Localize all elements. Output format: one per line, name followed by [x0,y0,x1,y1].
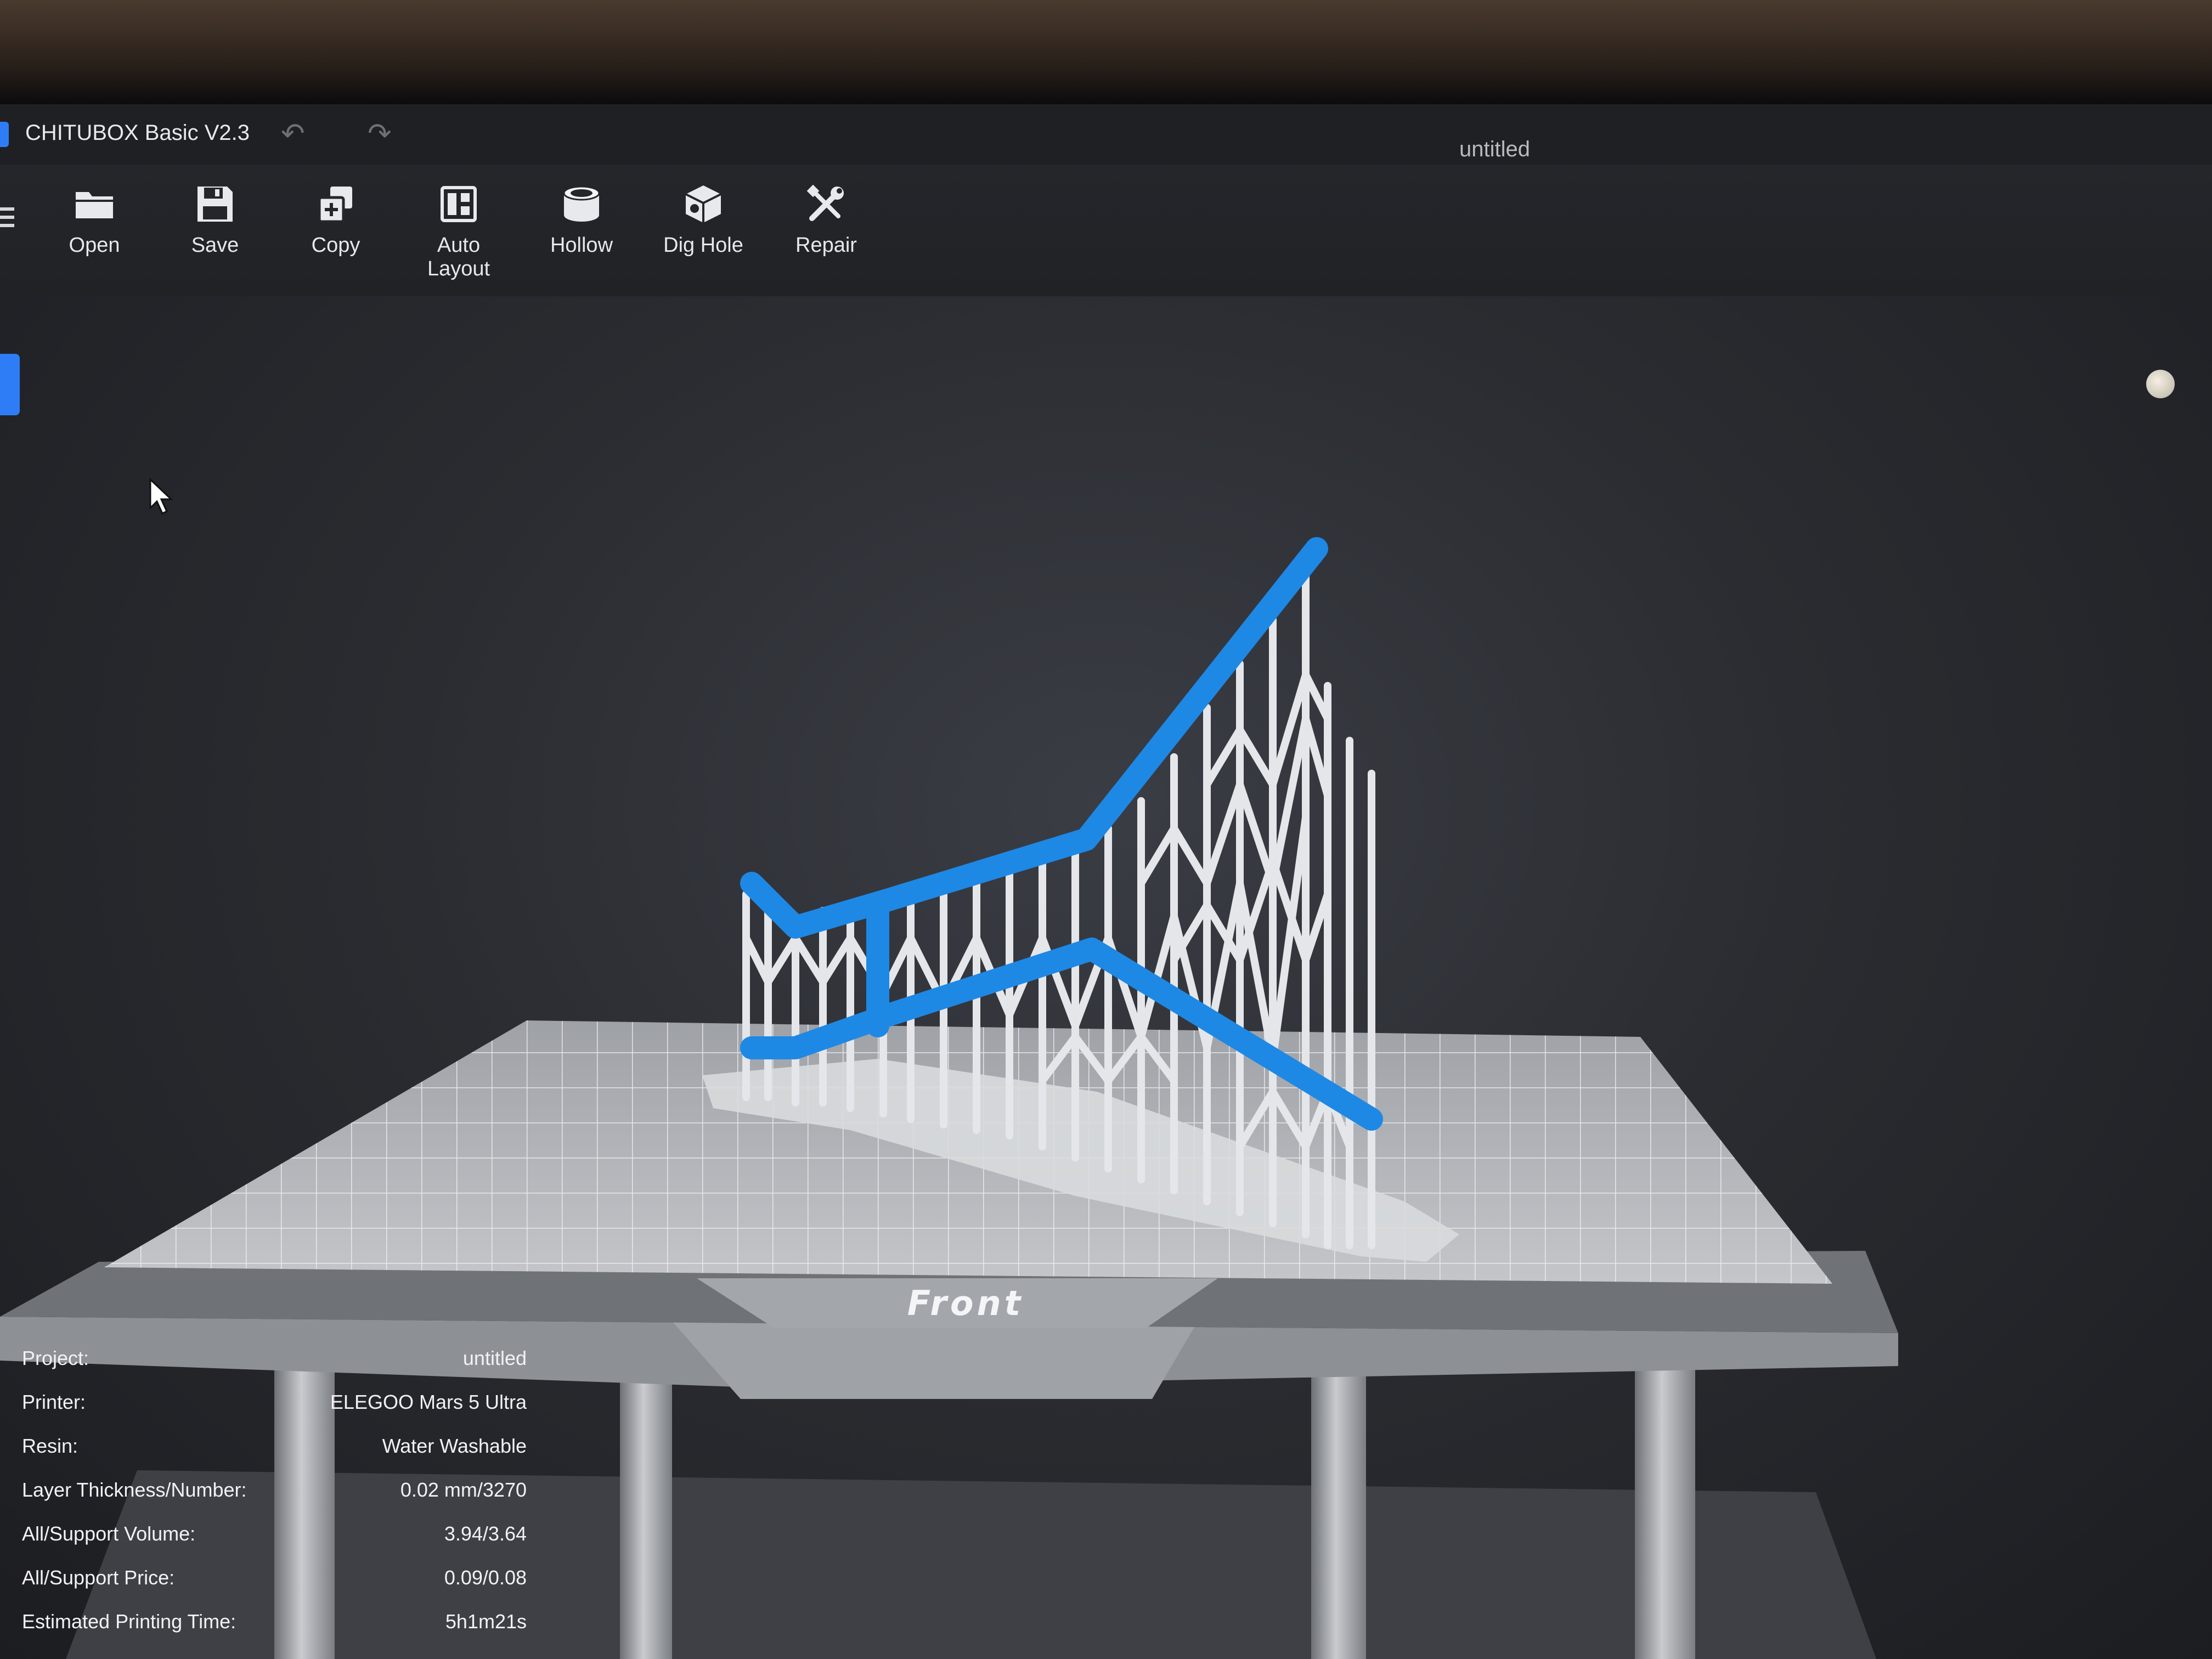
copy-button[interactable]: Copy [281,176,391,285]
info-value: 0.02 mm/3270 [400,1479,527,1501]
info-label: All/Support Volume: [22,1522,196,1545]
hollow-label: Hollow [550,234,613,257]
hamburger-menu-icon[interactable] [0,207,14,229]
info-value: 5h1m21s [445,1610,527,1633]
platform-leg [1311,1372,1366,1659]
layout-grid-icon [441,186,477,222]
app-title: CHITUBOX Basic V2.3 [25,121,250,145]
save-label: Save [191,234,239,257]
main-toolbar: Open Save Copy Auto Layout Hollow Dig Ho… [0,165,2212,296]
dig-hole-button[interactable]: Dig Hole [648,176,758,285]
hollow-button[interactable]: Hollow [527,176,636,285]
mouse-cursor-icon [149,477,173,515]
render-mode-icon[interactable] [2146,370,2175,398]
info-row-price: All/Support Price: 0.09/0.08 [22,1566,527,1610]
platform-leg [620,1361,672,1659]
info-value: untitled [462,1347,527,1369]
info-row-project: Project: untitled [22,1347,527,1391]
info-label: Resin: [22,1435,78,1457]
left-panel-tab[interactable] [0,354,20,415]
wrench-screwdriver-icon [806,184,844,221]
info-row-layer: Layer Thickness/Number: 0.02 mm/3270 [22,1479,527,1522]
open-button[interactable]: Open [40,176,149,285]
open-label: Open [69,234,120,257]
dig-hole-label: Dig Hole [663,234,743,257]
title-bar: CHITUBOX Basic V2.3 ↶ ↷ untitled [0,104,2212,165]
hollow-cylinder-icon [563,185,600,222]
auto-layout-label: Auto Layout [427,234,490,280]
copy-label: Copy [311,234,360,257]
copy-plus-icon [318,187,352,223]
info-label: Printer: [22,1391,86,1413]
window-title: untitled [1459,137,1530,161]
app-logo-icon [0,122,9,147]
info-label: Layer Thickness/Number: [22,1479,247,1501]
repair-label: Repair [795,234,857,257]
info-value: 0.09/0.08 [444,1566,527,1589]
info-label: Estimated Printing Time: [22,1610,236,1633]
auto-layout-button[interactable]: Auto Layout [404,176,514,285]
info-row-print-time: Estimated Printing Time: 5h1m21s [22,1610,527,1654]
save-button[interactable]: Save [160,176,270,285]
undo-icon[interactable]: ↶ [281,117,305,150]
platform-leg [1635,1366,1695,1659]
folder-icon [76,192,113,218]
info-row-resin: Resin: Water Washable [22,1435,527,1479]
floppy-disk-icon [198,187,233,222]
info-row-printer: Printer: ELEGOO Mars 5 Ultra [22,1391,527,1435]
info-value: ELEGOO Mars 5 Ultra [330,1391,527,1413]
repair-button[interactable]: Repair [771,176,881,285]
info-label: All/Support Price: [22,1566,175,1589]
info-value: Water Washable [382,1435,527,1457]
redo-icon[interactable]: ↷ [368,117,392,150]
cube-hole-icon [685,185,721,223]
project-info-panel: Project: untitled Printer: ELEGOO Mars 5… [22,1347,527,1654]
info-value: 3.94/3.64 [444,1522,527,1545]
info-row-volume: All/Support Volume: 3.94/3.64 [22,1522,527,1566]
platform-front-label: Front [907,1283,1024,1323]
monitor-bezel [0,0,2212,104]
info-label: Project: [22,1347,89,1369]
app-window: Front CHITUBOX Basic V2.3 ↶ ↷ untitled O… [0,104,2212,1659]
